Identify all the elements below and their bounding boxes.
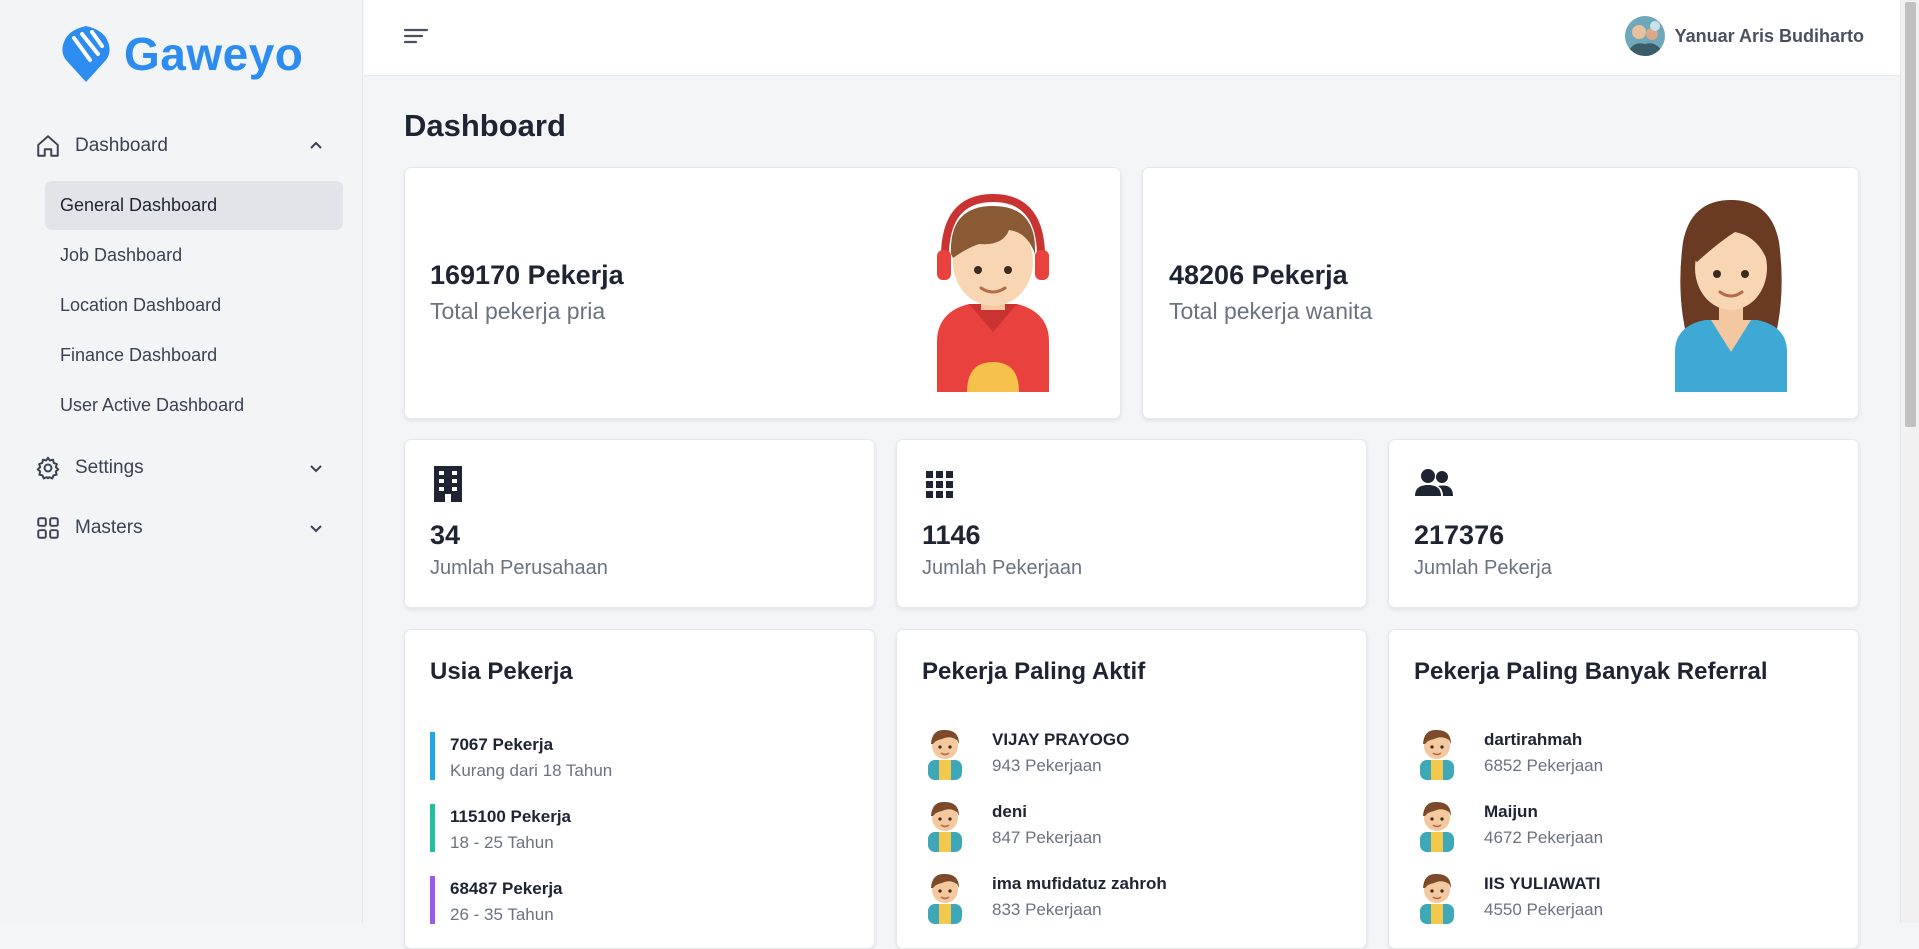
female-workers-card: 48206 Pekerja Total pekerja wanita <box>1142 167 1859 419</box>
male-worker-illustration <box>937 193 1049 392</box>
worker-avatar-icon <box>1414 798 1460 852</box>
list-item: 7067 Pekerja Kurang dari 18 Tahun <box>430 730 612 780</box>
age-range: 26 - 35 Tahun <box>450 905 554 924</box>
companies-label: Jumlah Perusahaan <box>430 557 608 579</box>
list-item[interactable]: VIJAY PRAYOGO 943 Pekerjaan <box>922 726 1129 780</box>
female-worker-label: Total pekerja wanita <box>1169 298 1373 324</box>
list-item: 115100 Pekerja 18 - 25 Tahun <box>430 802 571 852</box>
workers-stat-card: 217376 Jumlah Pekerja <box>1388 439 1859 608</box>
worker-job-count: 4550 Pekerjaan <box>1484 900 1604 919</box>
sidebar-item-user-active-dashboard[interactable]: User Active Dashboard <box>45 381 343 430</box>
worker-avatar-icon <box>922 726 968 780</box>
sidebar-item-general-dashboard[interactable]: General Dashboard <box>45 181 343 230</box>
companies-count: 34 <box>430 520 461 550</box>
worker-job-count: 4672 Pekerjaan <box>1484 828 1604 847</box>
panel-title: Pekerja Paling Aktif <box>922 658 1146 685</box>
age-range: 18 - 25 Tahun <box>450 833 554 852</box>
nav-group-settings[interactable]: Settings <box>34 448 334 488</box>
worker-name: deni <box>992 802 1027 821</box>
sidebar-item-finance-dashboard[interactable]: Finance Dashboard <box>45 331 343 380</box>
avatar <box>1624 16 1665 56</box>
jobs-stat-card: 1146 Jumlah Pekerjaan <box>896 439 1367 608</box>
worker-name: VIJAY PRAYOGO <box>992 730 1130 749</box>
female-worker-count: 48206 Pekerja <box>1169 260 1348 290</box>
male-worker-label: Total pekerja pria <box>430 298 606 324</box>
age-count: 115100 Pekerja <box>450 807 572 826</box>
scrollbar-thumb[interactable] <box>1905 2 1916 427</box>
worker-avatar-icon <box>1414 870 1460 924</box>
page-title: Dashboard <box>404 108 566 143</box>
sidebar: Gaweyo Dashboard General Dashboard Job D… <box>0 0 363 923</box>
workers-count: 217376 <box>1414 520 1505 550</box>
nav-group-label: Settings <box>75 457 144 478</box>
logo-icon <box>62 26 110 82</box>
worker-avatar-icon <box>1414 726 1460 780</box>
worker-job-count: 943 Pekerjaan <box>992 756 1102 775</box>
panel-title: Pekerja Paling Banyak Referral <box>1414 658 1768 685</box>
nav-group-label: Dashboard <box>75 135 168 156</box>
worker-job-count: 833 Pekerjaan <box>992 900 1102 919</box>
chevron-up-icon <box>306 136 326 156</box>
list-item[interactable]: deni 847 Pekerjaan <box>922 798 1102 852</box>
age-color-bar <box>430 732 435 780</box>
menu-toggle-icon[interactable] <box>402 24 430 48</box>
users-icon <box>1415 469 1453 496</box>
worker-name: IIS YULIAWATI <box>1484 874 1601 893</box>
age-color-bar <box>430 804 435 852</box>
page-scrollbar[interactable] <box>1900 0 1919 923</box>
worker-avatar-icon <box>922 870 968 924</box>
age-color-bar <box>430 876 435 924</box>
worker-job-count: 847 Pekerjaan <box>992 828 1102 847</box>
nav-group-dashboard[interactable]: Dashboard <box>34 126 334 166</box>
home-icon <box>34 132 62 160</box>
companies-stat-card: 34 Jumlah Perusahaan <box>404 439 875 608</box>
panel-title: Usia Pekerja <box>430 658 573 685</box>
male-workers-card: 169170 Pekerja Total pekerja pria <box>404 167 1121 419</box>
grid-icon <box>34 514 62 542</box>
sidebar-item-location-dashboard[interactable]: Location Dashboard <box>45 281 343 330</box>
user-menu[interactable]: Yanuar Aris Budiharto <box>1624 16 1864 56</box>
top-bar: Yanuar Aris Budiharto <box>364 0 1900 76</box>
male-worker-count: 169170 Pekerja <box>430 260 624 290</box>
workers-label: Jumlah Pekerja <box>1414 557 1552 579</box>
list-item[interactable]: dartirahmah 6852 Pekerjaan <box>1414 726 1603 780</box>
jobs-label: Jumlah Pekerjaan <box>922 557 1083 579</box>
list-item[interactable]: Maijun 4672 Pekerjaan <box>1414 798 1603 852</box>
chevron-down-icon <box>306 458 326 478</box>
nav-group-label: Masters <box>75 517 143 538</box>
building-icon <box>434 466 462 502</box>
worker-name: ima mufidatuz zahroh <box>992 874 1167 893</box>
grid-dots-icon <box>926 471 953 498</box>
user-name: Yanuar Aris Budiharto <box>1674 25 1864 46</box>
worker-name: Maijun <box>1484 802 1538 821</box>
brand-name: Gaweyo <box>124 28 304 80</box>
worker-age-panel: Usia Pekerja 7067 Pekerja Kurang dari 18… <box>404 629 875 949</box>
top-referral-workers-panel: Pekerja Paling Banyak Referral dartirahm… <box>1388 629 1859 949</box>
list-item[interactable]: IIS YULIAWATI 4550 Pekerjaan <box>1414 870 1603 924</box>
chevron-down-icon <box>306 518 326 538</box>
list-item: 68487 Pekerja 26 - 35 Tahun <box>430 874 563 924</box>
worker-job-count: 6852 Pekerjaan <box>1484 756 1604 775</box>
brand-logo[interactable]: Gaweyo <box>60 24 303 84</box>
age-range: Kurang dari 18 Tahun <box>450 761 613 780</box>
age-count: 68487 Pekerja <box>450 879 563 898</box>
age-count: 7067 Pekerja <box>450 735 554 754</box>
worker-name: dartirahmah <box>1484 730 1583 749</box>
gear-icon <box>34 454 62 482</box>
most-active-workers-panel: Pekerja Paling Aktif VIJAY PRAYOGO 943 Pe… <box>896 629 1367 949</box>
list-item[interactable]: ima mufidatuz zahroh 833 Pekerjaan <box>922 870 1167 924</box>
female-worker-illustration <box>1675 200 1787 392</box>
sidebar-item-job-dashboard[interactable]: Job Dashboard <box>45 231 343 280</box>
jobs-count: 1146 <box>922 520 981 550</box>
worker-avatar-icon <box>922 798 968 852</box>
nav-group-masters[interactable]: Masters <box>34 508 334 548</box>
